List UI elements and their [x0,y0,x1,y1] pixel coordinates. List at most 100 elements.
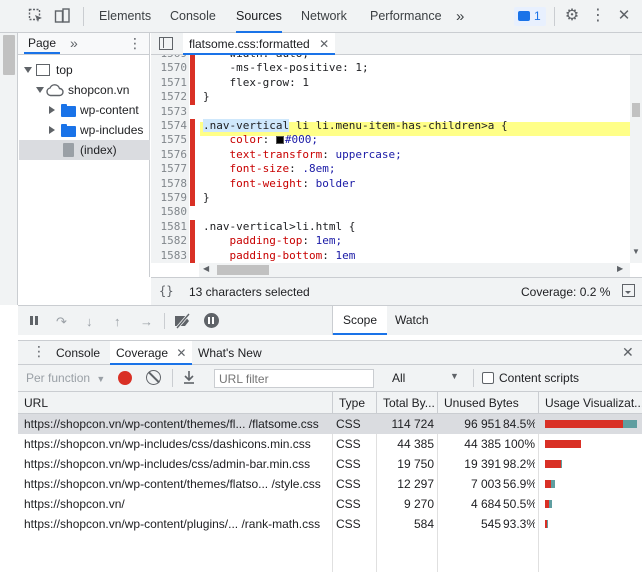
tab-console[interactable]: Console [56,341,100,365]
code-text: width: auto; [203,55,308,60]
tab-scope[interactable]: Scope [333,306,388,335]
column-header-type[interactable]: Type [332,392,376,414]
device-toolbar-icon[interactable] [54,8,70,24]
scroll-down-icon[interactable]: ▼ [632,247,640,256]
column-header-unused-bytes[interactable]: Unused Bytes [437,392,538,414]
code-line[interactable]: font-size: .8em; [203,162,336,176]
column-header-url[interactable]: URL [18,392,332,414]
pause-on-exceptions-icon[interactable] [204,313,219,328]
line-number: 1575 [160,133,188,147]
close-icon[interactable]: ✕ [622,344,634,361]
step-over-icon[interactable]: ↷ [56,314,67,330]
code-line[interactable]: flex-grow: 1 [203,76,308,90]
code-line[interactable]: .nav-vertical li li.menu-item-has-childr… [203,119,508,133]
issues-badge[interactable]: 1 [514,7,546,26]
usage-bar-used [550,480,555,488]
code-line[interactable]: text-transform: uppercase; [203,148,402,162]
scroll-right-icon[interactable]: ▶ [617,264,623,273]
scrollbar-thumb[interactable] [632,103,640,117]
pretty-print-icon[interactable]: {} [159,284,173,298]
code-line[interactable]: font-weight: bolder [203,177,356,191]
tab-coverage[interactable]: Coverage ✕ [110,341,193,365]
step-icon[interactable]: → [140,314,153,329]
tab-flatsome-css[interactable]: flatsome.css:formatted ✕ [183,33,336,55]
step-into-icon[interactable]: ↓ [86,314,93,329]
chevron-down-icon[interactable] [36,87,44,93]
code-line[interactable]: padding-bottom: 1em [203,248,356,263]
record-icon[interactable] [118,371,132,385]
close-icon[interactable]: ✕ [319,37,329,51]
tab-whats-new[interactable]: What's New [198,341,262,365]
code-line[interactable]: color: #000; [203,133,319,147]
inspect-element-icon[interactable] [28,8,44,24]
row-url: https://shopcon.vn/wp-content/themes/fl.… [24,417,319,431]
line-number: 1574 [160,119,188,132]
usage-bar-unused [545,420,623,428]
column-header-usage-visualization[interactable]: Usage Visualizat... [538,392,642,414]
deactivate-breakpoints-icon[interactable] [174,313,192,332]
export-icon[interactable] [182,370,196,388]
row-total-bytes: 584 [413,517,434,531]
tab-watch[interactable]: Watch [395,306,429,335]
table-row[interactable]: https://shopcon.vn/wp-content/plugins/..… [18,514,642,534]
table-row[interactable]: https://shopcon.vn/CSS 9 270 4 684 50.5% [18,494,642,514]
tab-sources[interactable]: Sources [236,0,282,33]
per-function-select[interactable]: Per function ▼ [26,371,105,385]
type-select[interactable]: All ▼ [392,371,462,385]
editor-vertical-scrollbar[interactable]: ▼ [630,55,642,263]
toolbar-divider [554,7,555,26]
folder-icon [61,124,76,137]
step-out-icon[interactable]: ↑ [114,314,121,329]
pause-icon[interactable] [30,316,33,325]
scroll-left-icon[interactable]: ◀ [203,264,209,273]
code-line[interactable]: -ms-flex-positive: 1; [203,61,368,75]
more-tabs-icon[interactable]: » [456,0,464,33]
kebab-icon[interactable]: ⋮ [590,8,606,24]
content-scripts-checkbox[interactable] [482,372,494,384]
close-icon[interactable]: ✕ [176,346,186,360]
row-unused-percent: 98.2% [503,457,535,471]
table-row[interactable]: https://shopcon.vn/wp-content/themes/fl.… [18,414,642,434]
tab-performance[interactable]: Performance [370,0,442,33]
row-total-bytes: 12 297 [397,477,434,491]
chevron-right-icon[interactable] [49,106,55,114]
color-swatch[interactable] [275,136,284,145]
code-editor[interactable]: 1569 width: auto;1570 -ms-flex-positive:… [151,55,630,263]
column-header-total-bytes[interactable]: Total By... [376,392,437,414]
chevron-down-icon[interactable] [24,67,32,73]
scrollbar-thumb[interactable] [217,265,269,275]
show-drawer-icon[interactable] [622,284,635,297]
close-icon[interactable]: ✕ [616,8,632,24]
coverage-unused-marker [190,90,195,106]
editor-tab-label: flatsome.css:formatted [189,37,310,51]
line-number: 1583 [160,248,188,262]
table-row[interactable]: https://shopcon.vn/wp-content/themes/fla… [18,474,642,494]
tab-elements[interactable]: Elements [99,0,151,33]
pause-icon-bar [35,316,38,325]
code-line[interactable]: } [203,90,210,104]
tab-console[interactable]: Console [170,0,216,33]
clear-icon[interactable] [146,370,161,385]
table-row[interactable]: https://shopcon.vn/wp-includes/css/dashi… [18,434,642,454]
row-url: https://shopcon.vn/wp-includes/css/dashi… [24,437,311,451]
table-row[interactable]: https://shopcon.vn/wp-includes/css/admin… [18,454,642,474]
row-total-bytes: 44 385 [397,437,434,451]
code-line[interactable]: .nav-vertical>li.html { [203,220,355,234]
tree-item-label: wp-includes [80,123,144,137]
url-filter-input[interactable] [214,369,374,388]
code-line[interactable]: padding-top: 1em; [203,234,343,248]
coverage-unused-marker [190,75,195,91]
css-value: 1em [335,248,356,262]
toolbar-divider [473,369,474,387]
toggle-navigator-icon[interactable] [159,37,173,50]
gear-icon[interactable]: ⚙ [564,8,580,24]
code-line[interactable]: } [203,191,210,205]
tab-network[interactable]: Network [301,0,347,33]
editor-horizontal-scrollbar[interactable]: ◀ ▶ [199,263,630,277]
tree-item-index[interactable]: (index) [19,140,150,160]
coverage-unused-marker [190,61,195,77]
row-unused-bytes: 96 951 [464,417,501,431]
chevron-right-icon[interactable] [49,126,55,134]
line-number: 1581 [160,219,188,233]
kebab-icon[interactable]: ⋮ [32,343,46,360]
